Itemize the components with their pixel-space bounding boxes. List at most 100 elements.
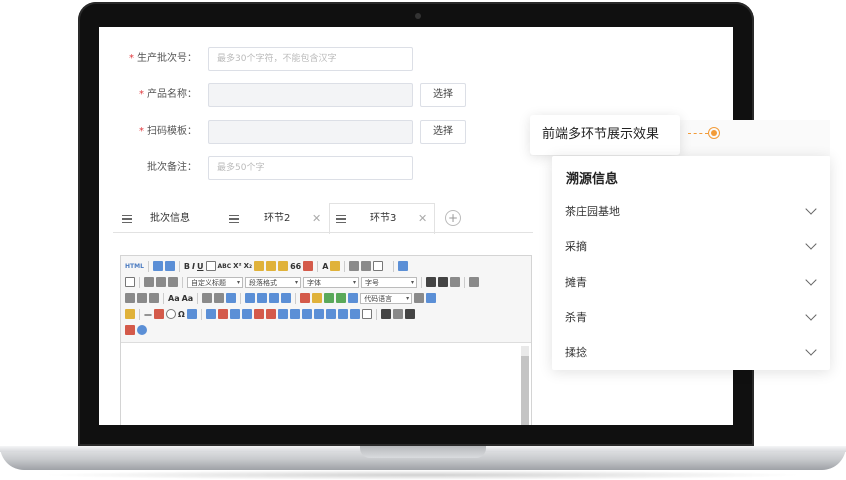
trace-item-fixing[interactable]: 杀青 [565,308,817,328]
drafts-icon[interactable] [404,309,415,319]
align-center-icon[interactable] [125,293,135,303]
line-height-icon[interactable] [168,277,178,287]
undo-icon[interactable] [152,261,163,271]
preview-icon[interactable] [398,261,409,271]
auto-format-icon[interactable] [278,261,289,271]
to-lower-icon[interactable]: Aa [182,294,194,303]
delete-col-icon[interactable] [277,309,288,319]
select-template-button[interactable]: 选择 [420,120,466,144]
trace-item-tea-garden[interactable]: 茶庄园基地 [565,202,817,222]
rich-text-editor[interactable]: HTML B I U ABC X² X₂ 66 A 自定义标题 ▾ 段落格式 ▾… [120,255,532,425]
rtl-icon[interactable] [438,277,448,287]
close-icon[interactable]: ✕ [418,212,427,225]
insert-col-icon[interactable] [265,309,276,319]
tab-stage-3[interactable]: 环节3 [370,208,396,230]
page-break-icon[interactable] [414,293,425,303]
anchor-icon[interactable] [226,293,237,303]
split-rows-icon[interactable] [337,309,348,319]
unlink-icon[interactable] [214,293,225,303]
date-icon[interactable] [154,309,164,319]
insert-row-icon[interactable] [241,309,252,319]
align-right-icon[interactable] [137,293,147,303]
font-size-select[interactable]: 字号 [361,276,417,288]
tab-batch-info[interactable]: 批次信息 [150,208,190,230]
redo-icon[interactable] [164,261,175,271]
source-code-button[interactable]: HTML [125,263,144,270]
select-all-icon[interactable] [373,261,384,271]
link-icon[interactable] [202,293,213,303]
insert-video-icon[interactable] [336,293,347,303]
trace-item-picking[interactable]: 采摘 [565,237,817,257]
bold-icon[interactable]: B [184,262,190,271]
italic-icon[interactable]: I [192,262,195,271]
format-brush-icon[interactable] [266,261,277,271]
to-upper-icon[interactable]: Aa [168,294,180,303]
strikethrough-icon[interactable]: ABC [218,263,232,270]
paragraph-select[interactable]: 段落格式 [245,276,301,288]
font-border-icon[interactable] [205,261,216,271]
attachment-icon[interactable] [348,293,359,303]
new-document-icon[interactable] [125,277,135,287]
drag-handle-icon[interactable] [229,215,239,223]
indent-icon[interactable] [450,277,460,287]
merge-right-icon[interactable] [301,309,312,319]
select-product-button[interactable]: 选择 [420,83,466,107]
insert-image-icon[interactable] [300,293,311,303]
ltr-icon[interactable] [426,277,436,287]
image-left-icon[interactable] [257,293,268,303]
subscript-icon[interactable]: X₂ [244,262,252,270]
paste-plain-icon[interactable] [303,261,314,271]
insert-paragraph-before-table-icon[interactable] [229,309,240,319]
drag-handle-icon[interactable] [336,215,346,223]
delete-row-icon[interactable] [253,309,264,319]
background-icon[interactable] [125,309,135,319]
tab-stage-2[interactable]: 环节2 [264,208,290,230]
code-language-select[interactable]: 代码语言 [360,292,413,304]
print-icon[interactable] [380,309,391,319]
align-left-icon[interactable] [469,277,479,287]
editor-scrollbar-thumb[interactable] [521,356,529,425]
add-tab-icon[interactable]: + [445,210,461,226]
split-cells-icon[interactable] [325,309,336,319]
template-icon[interactable] [426,293,437,303]
trace-item-rolling[interactable]: 揉捻 [565,343,817,363]
time-icon[interactable] [166,309,176,319]
row-spacing-bottom-icon[interactable] [156,277,166,287]
image-center-icon[interactable] [281,293,292,303]
align-justify-icon[interactable] [149,293,159,303]
close-icon[interactable]: ✕ [312,212,321,225]
merge-down-icon[interactable] [313,309,324,319]
image-right-icon[interactable] [269,293,280,303]
batch-remark-input[interactable]: 最多50个字 [208,156,413,180]
emotion-icon[interactable] [312,293,323,303]
search-replace-icon[interactable] [392,309,403,319]
insert-table-icon[interactable] [205,309,216,319]
screenshot-icon[interactable] [324,293,335,303]
eraser-icon[interactable] [254,261,265,271]
wordimage-icon[interactable] [186,309,197,319]
product-name-input[interactable] [208,83,413,107]
image-none-icon[interactable] [245,293,256,303]
unordered-list-icon[interactable] [361,261,372,271]
draft-box-icon[interactable] [125,325,135,335]
quote-icon[interactable]: 66 [290,262,301,271]
highlight-icon[interactable] [330,261,341,271]
chart-icon[interactable] [361,309,372,319]
special-char-icon[interactable]: Ω [178,310,185,319]
help-icon[interactable] [137,325,147,335]
scan-template-input[interactable] [208,120,413,144]
trace-item-spreading[interactable]: 摊青 [565,273,817,293]
superscript-icon[interactable]: X² [233,262,241,270]
heading-select[interactable]: 自定义标题 [187,276,243,288]
delete-table-icon[interactable] [217,309,228,319]
merge-cells-icon[interactable] [289,309,300,319]
font-color-icon[interactable]: A [322,262,328,271]
drag-handle-icon[interactable] [122,215,132,223]
underline-icon[interactable]: U [197,262,204,271]
batch-number-input[interactable]: 最多30个字符，不能包含汉字 [208,47,413,71]
font-family-select[interactable]: 字体 [303,276,359,288]
split-cols-icon[interactable] [349,309,360,319]
horizontal-rule-icon[interactable]: — [144,310,152,319]
row-spacing-top-icon[interactable] [144,277,154,287]
ordered-list-icon[interactable] [349,261,360,271]
